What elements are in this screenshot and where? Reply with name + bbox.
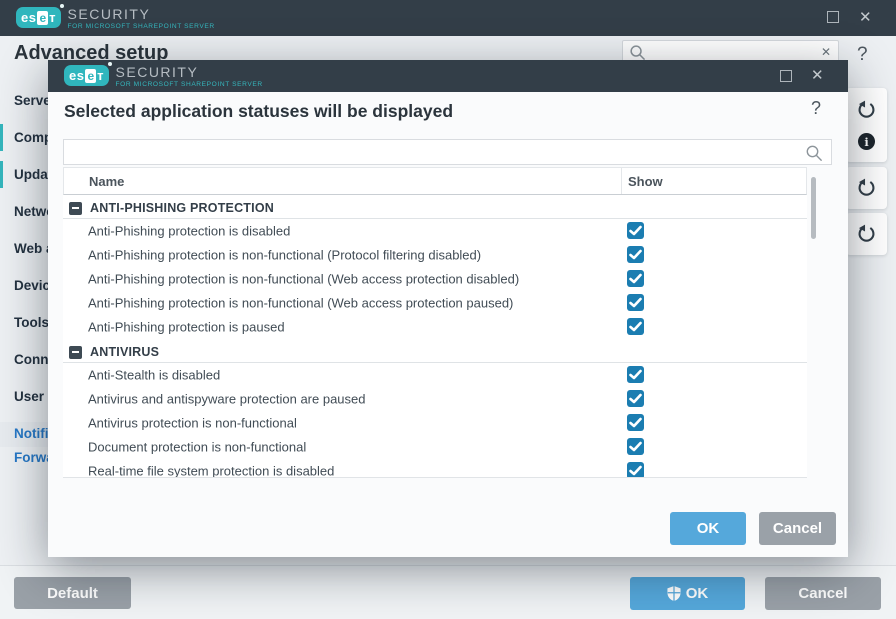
sidebar-item-devic[interactable]: Devic [14,278,50,293]
status-table: Name Show ANTI-PHISHING PROTECTION Anti-P… [63,167,807,478]
dialog-title: Selected application statuses will be di… [64,101,453,122]
undo-icon[interactable] [856,178,877,199]
show-checkbox[interactable] [627,438,644,455]
sidebar-item-notifi[interactable]: Notifi [14,426,49,441]
table-header: Name Show [63,167,807,195]
default-button[interactable]: Default [14,577,131,609]
registered-dot [108,62,112,66]
show-checkbox[interactable] [627,270,644,287]
column-header-name[interactable]: Name [64,168,622,194]
undo-icon[interactable] [856,100,877,121]
product-edition: FOR MICROSOFT SHAREPOINT SERVER [68,23,215,30]
product-name: SECURITY [116,65,263,79]
dialog-eset-logo: eseт SECURITY FOR MICROSOFT SHAREPOINT S… [64,65,263,88]
show-checkbox[interactable] [627,462,644,478]
undo-icon[interactable] [856,224,877,245]
search-icon [805,144,823,167]
status-name: Anti-Stealth is disabled [88,368,220,383]
status-name: Anti-Phishing protection is non-function… [88,248,481,263]
dialog-search-input[interactable] [63,139,832,165]
group-label: ANTIVIRUS [90,345,159,359]
help-icon[interactable]: ? [857,44,868,66]
dialog-cancel-button[interactable]: Cancel [759,512,836,545]
status-name: Document protection is non-functional [88,440,306,455]
dialog-help-icon[interactable]: ? [811,98,821,119]
info-badge: i [858,133,875,150]
eset-logo-icon: eseт [16,7,61,28]
table-body: ANTI-PHISHING PROTECTION Anti-Phishing pr… [63,198,807,478]
show-checkbox[interactable] [627,246,644,263]
table-scrollbar[interactable] [811,177,816,239]
table-row: Antivirus protection is non-functional [63,411,807,435]
app-window: eseт SECURITY FOR MICROSOFT SHAREPOINT S… [0,0,896,619]
cancel-button[interactable]: Cancel [765,577,881,610]
ok-button-label: OK [686,585,709,602]
search-clear-icon[interactable]: ✕ [821,45,831,59]
status-name: Antivirus protection is non-functional [88,416,297,431]
dialog-ok-button[interactable]: OK [670,512,746,545]
table-row: Anti-Phishing protection is paused [63,315,807,339]
sidebar-item-conn[interactable]: Conn [14,352,49,367]
main-titlebar: eseт SECURITY FOR MICROSOFT SHAREPOINT S… [0,0,896,36]
status-name: Anti-Phishing protection is non-function… [88,296,513,311]
sidebar-item-user-i[interactable]: User i [14,389,52,404]
modified-marker [0,124,3,151]
modified-marker [0,161,3,188]
side-action-card: i [846,88,887,162]
show-checkbox[interactable] [627,414,644,431]
registered-dot [60,4,64,8]
status-name: Real-time file system protection is disa… [88,464,334,479]
show-checkbox[interactable] [627,294,644,311]
info-icon[interactable]: i [858,133,875,150]
show-checkbox[interactable] [627,222,644,239]
status-name: Anti-Phishing protection is disabled [88,224,290,239]
table-row: Anti-Phishing protection is non-function… [63,243,807,267]
status-name: Anti-Phishing protection is paused [88,320,285,335]
show-checkbox[interactable] [627,390,644,407]
group-row-anti-phishing-protection[interactable]: ANTI-PHISHING PROTECTION [63,198,807,219]
sidebar-item-updat[interactable]: Updat [14,167,52,182]
side-action-card [846,213,887,255]
column-header-show[interactable]: Show [622,168,806,194]
sidebar-item-tools[interactable]: Tools [14,315,49,330]
show-checkbox[interactable] [627,318,644,335]
product-name: SECURITY [68,7,215,21]
table-row: Anti-Phishing protection is non-function… [63,267,807,291]
main-footer: Default OK Cancel [0,565,896,619]
ok-button[interactable]: OK [630,577,745,610]
product-edition: FOR MICROSOFT SHAREPOINT SERVER [116,81,263,88]
table-row: Real-time file system protection is disa… [63,459,807,478]
collapse-icon[interactable] [69,346,82,359]
table-row: Antivirus and antispyware protection are… [63,387,807,411]
sidebar-item-serve[interactable]: Serve [14,93,51,108]
maximize-icon[interactable] [827,11,839,23]
dialog-titlebar: eseт SECURITY FOR MICROSOFT SHAREPOINT S… [48,60,848,92]
collapse-icon[interactable] [69,202,82,215]
dialog-maximize-icon[interactable] [780,70,792,82]
table-row: Anti-Phishing protection is non-function… [63,291,807,315]
eset-logo: eseт SECURITY FOR MICROSOFT SHAREPOINT S… [16,7,215,30]
table-row: Anti-Stealth is disabled [63,363,807,387]
group-row-antivirus[interactable]: ANTIVIRUS [63,342,807,363]
table-row: Document protection is non-functional [63,435,807,459]
close-icon[interactable]: ✕ [859,10,872,25]
table-row: Anti-Phishing protection is disabled [63,219,807,243]
group-label: ANTI-PHISHING PROTECTION [90,201,274,215]
dialog-eset-logo-icon: eseт [64,65,109,86]
status-name: Anti-Phishing protection is non-function… [88,272,519,287]
status-name: Antivirus and antispyware protection are… [88,392,366,407]
sidebar-item-comp[interactable]: Comp [14,130,52,145]
dialog-close-icon[interactable]: ✕ [811,68,824,83]
side-action-card [846,167,887,209]
show-checkbox[interactable] [627,366,644,383]
dialog: eseт SECURITY FOR MICROSOFT SHAREPOINT S… [48,60,848,557]
shield-icon [667,586,681,601]
